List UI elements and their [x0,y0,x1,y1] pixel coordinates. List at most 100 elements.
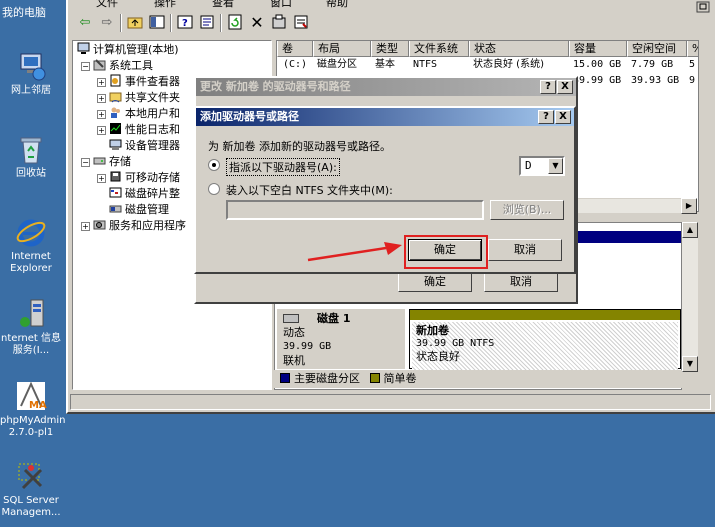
tree-item-storage[interactable]: 存储 [93,154,131,170]
delete-icon[interactable]: ✕ [248,14,266,32]
export-list-icon[interactable] [292,14,310,32]
expand-icon[interactable]: + [97,126,106,135]
scroll-right-icon[interactable]: ▶ [681,198,697,214]
column-filesystem[interactable]: 文件系统 [409,41,469,57]
column-layout[interactable]: 布局 [313,41,371,57]
show-hide-tree-icon[interactable] [148,14,166,32]
toolbar: ⇦ ⇨ ? ✕ [70,12,710,34]
computer-icon [77,42,90,55]
mount-folder-radio[interactable] [208,183,220,195]
desktop-icon-label: SQL Server Managem... [1,495,61,518]
svg-text:?: ? [182,18,188,29]
dialog-title: 添加驱动器号或路径 [196,108,574,126]
legend-simple-swatch [369,373,380,383]
properties-icon[interactable] [198,14,216,32]
my-computer-label[interactable]: 我的电脑 [2,4,46,20]
desktop-icon-phpmyadmin[interactable]: MA phpMyAdmin 2.7.0-pl1 [0,380,66,439]
vertical-scrollbar[interactable]: ▲ ▼ [682,222,698,372]
scroll-down-icon[interactable]: ▼ [682,356,698,372]
tree-item-event-viewer[interactable]: 事件查看器 [109,74,180,90]
ok-button[interactable]: 确定 [398,272,472,292]
desktop-icon-ie[interactable]: Internet Explorer [0,216,62,275]
tree-item-shared-folders[interactable]: 共享文件夹 [109,90,180,106]
folder-path-field[interactable] [226,200,484,220]
shared-folder-icon [109,90,122,103]
expand-icon[interactable]: + [81,222,90,231]
expand-icon[interactable]: + [97,94,106,103]
scroll-up-icon[interactable]: ▲ [682,222,698,238]
menu-action[interactable]: 操作 [154,0,176,8]
chevron-down-icon[interactable]: ▼ [548,158,563,174]
column-free-space[interactable]: 空闲空间 [627,41,687,57]
ie-icon [15,216,47,248]
up-folder-icon[interactable] [126,14,144,32]
expand-icon[interactable]: + [97,78,106,87]
drive-letter-select[interactable]: D ▼ [519,156,565,176]
help-icon[interactable]: ? [176,14,194,32]
tree-item-services-apps[interactable]: 服务和应用程序 [93,218,186,234]
svg-text:MA: MA [29,400,47,411]
highlight-box [404,235,488,269]
column-volume[interactable]: 卷 [277,41,313,57]
tree-item-system-tools[interactable]: 系统工具 [93,58,153,74]
forward-icon[interactable]: ⇨ [98,14,116,32]
desktop-icon-label: Internet Explorer [10,251,52,274]
tree-item-root[interactable]: 计算机管理(本地) [77,42,179,58]
back-icon[interactable]: ⇦ [76,14,94,32]
menu-help[interactable]: 帮助 [326,0,348,8]
desktop-icon-iis[interactable]: nternet 信息服务(I... [0,298,62,357]
desktop-icon-label: 网上邻居 [11,85,51,96]
menu-file[interactable]: 文件 [96,0,118,8]
column-type[interactable]: 类型 [371,41,409,57]
column-percent[interactable]: % [687,41,698,57]
tree-item-disk-management[interactable]: 磁盘管理 [109,202,169,218]
sql-server-icon [15,460,47,492]
column-status[interactable]: 状态 [469,41,569,57]
tree-item-defragmenter[interactable]: 磁盘碎片整 [109,186,180,202]
recycle-bin-icon [15,133,47,165]
help-button[interactable]: ? [538,110,554,124]
tree-item-local-users[interactable]: 本地用户和 [109,106,180,122]
services-icon [93,218,106,231]
removable-storage-icon [109,170,122,183]
disk-1-label[interactable]: 磁盘 1 动态 39.99 GB 联机 [277,309,405,369]
legend: 主要磁盘分区 简单卷 [274,370,682,388]
status-bar [70,394,711,410]
expand-icon[interactable]: + [97,174,106,183]
collapse-icon[interactable]: − [81,62,90,71]
desktop-icon-label: nternet 信息服务(I... [1,333,61,356]
properties-sheet-icon[interactable] [270,14,288,32]
desktop-icon-network[interactable]: 网上邻居 [0,50,62,97]
browse-button[interactable]: 浏览(B)... [490,200,564,220]
volume-size: 39.99 GB NTFS [416,338,495,349]
desktop-icon-recycle-bin[interactable]: 回收站 [0,133,62,180]
drive-letter-value: D [525,159,532,172]
expand-icon[interactable]: + [97,110,106,119]
annotation-arrow-icon [307,242,402,262]
tree-item-device-manager[interactable]: 设备管理器 [109,138,180,154]
volume-new-volume[interactable]: 新加卷 39.99 GB NTFS 状态良好 [409,309,681,370]
desktop-icon-label: phpMyAdmin 2.7.0-pl1 [0,415,66,438]
disk-management-icon [109,202,122,215]
cancel-button[interactable]: 取消 [488,239,562,261]
desktop-icon-sql-server[interactable]: SQL Server Managem... [0,460,62,519]
mount-folder-label[interactable]: 装入以下空白 NTFS 文件夹中(M): [226,182,393,198]
collapse-icon[interactable]: − [81,158,90,167]
close-button[interactable]: X [557,80,573,94]
menu-view[interactable]: 查看 [212,0,234,8]
desktop-icon-label: 回收站 [16,168,46,179]
list-header: 卷 布局 类型 文件系统 状态 容量 空闲空间 % [277,41,698,57]
help-button[interactable]: ? [540,80,556,94]
event-viewer-icon [109,74,122,87]
storage-icon [93,154,106,167]
tree-item-performance-logs[interactable]: 性能日志和 [109,122,180,138]
assign-drive-letter-radio[interactable] [208,159,220,171]
column-capacity[interactable]: 容量 [569,41,627,57]
refresh-icon[interactable] [226,14,244,32]
assign-drive-letter-label[interactable]: 指派以下驱动器号(A): [226,158,340,176]
volume-status: 状态良好 [416,350,460,363]
tree-item-removable-storage[interactable]: 可移动存储 [109,170,180,186]
menu-window[interactable]: 窗口 [270,0,292,8]
cancel-button[interactable]: 取消 [484,272,558,292]
close-button[interactable]: X [555,110,571,124]
